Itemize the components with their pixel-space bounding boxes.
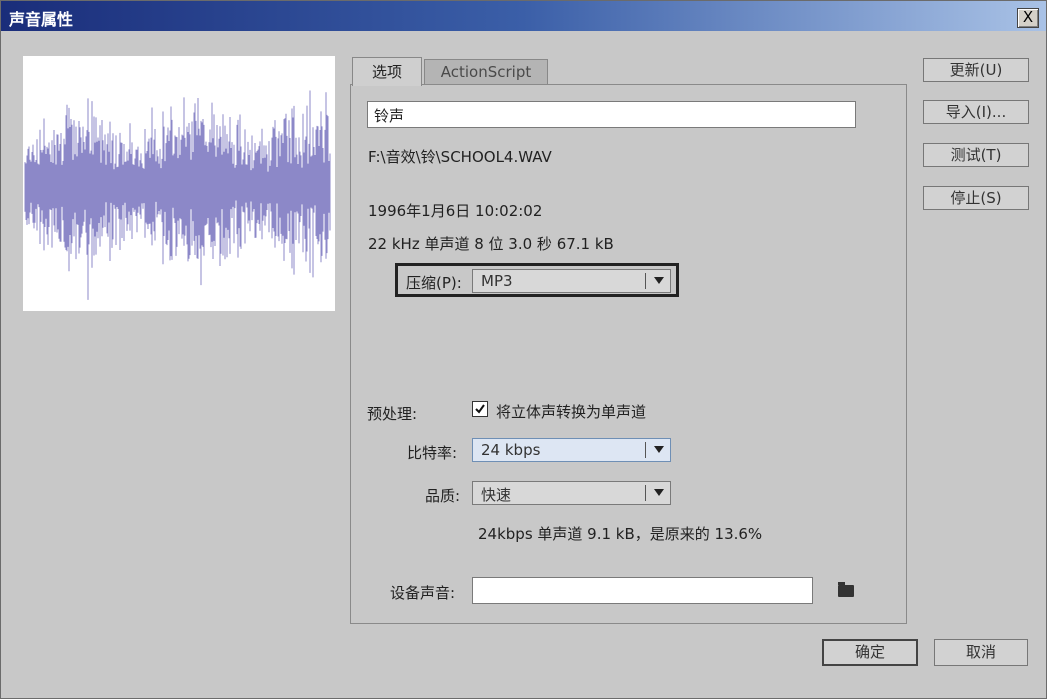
close-button[interactable]: X [1017,8,1039,28]
sound-name-input[interactable]: 铃声 [367,101,856,128]
device-sound-input[interactable] [472,577,813,604]
compression-select[interactable]: MP3 [472,269,671,293]
compression-label: 压缩(P): [406,274,462,292]
bitrate-label: 比特率: [407,444,458,462]
bitrate-value: 24 kbps [481,441,541,459]
cancel-button[interactable]: 取消 [934,639,1028,666]
compression-value: MP3 [481,272,513,290]
chevron-down-icon [654,446,664,453]
device-sound-label: 设备声音: [390,584,456,602]
chevron-down-icon [654,489,664,496]
window-title: 声音属性 [9,10,74,29]
waveform-preview [23,56,335,311]
compression-summary: 24kbps 单声道 9.1 kB，是原来的 13.6% [478,525,763,543]
ok-button[interactable]: 确定 [822,639,918,666]
bitrate-select[interactable]: 24 kbps [472,438,671,462]
tab-actionscript[interactable]: ActionScript [424,59,548,85]
test-button[interactable]: 测试(T) [923,143,1029,167]
stereo-to-mono-checkbox[interactable] [472,401,488,417]
update-button[interactable]: 更新(U) [923,58,1029,82]
folder-icon[interactable] [838,582,854,597]
title-bar[interactable]: 声音属性 X [1,1,1046,31]
quality-label: 品质: [425,487,461,505]
sound-info: 22 kHz 单声道 8 位 3.0 秒 67.1 kB [368,235,614,253]
sound-file-path: F:\音效\铃\SCHOOL4.WAV [368,148,552,166]
sound-date: 1996年1月6日 10:02:02 [368,202,543,220]
checkmark-icon [475,404,485,414]
stereo-to-mono-label: 将立体声转换为单声道 [496,403,647,421]
chevron-down-icon [654,277,664,284]
stop-button[interactable]: 停止(S) [923,186,1029,210]
tab-options[interactable]: 选项 [352,57,422,86]
quality-value: 快速 [481,486,512,504]
import-button[interactable]: 导入(I)... [923,100,1029,124]
sound-properties-dialog: 声音属性 X 选项 ActionScript 铃声 F:\音效\铃\SCHOOL… [0,0,1047,699]
quality-select[interactable]: 快速 [472,481,671,505]
preprocess-label: 预处理: [367,405,418,423]
waveform-graphic [24,90,331,300]
